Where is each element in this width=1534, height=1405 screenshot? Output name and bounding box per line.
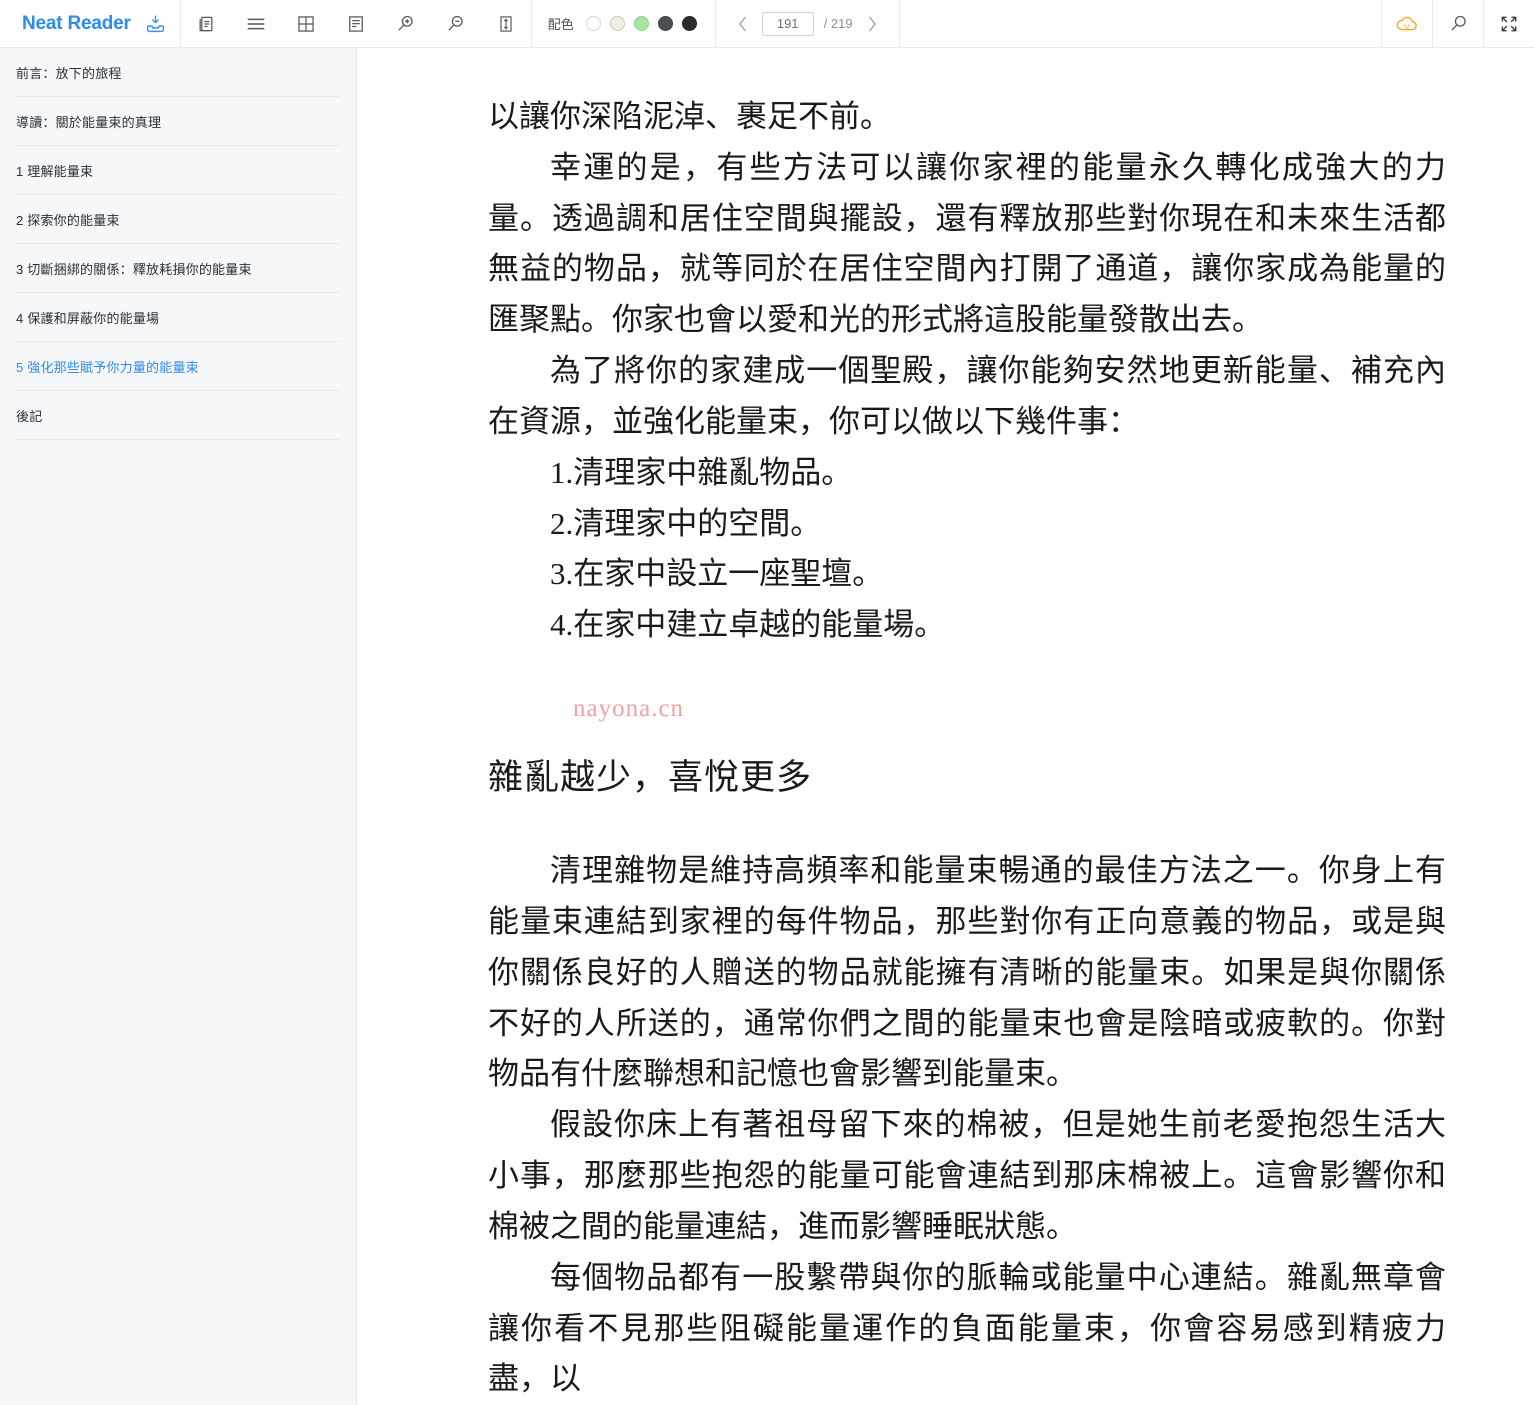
line-height-icon[interactable] bbox=[481, 0, 531, 47]
list-item-2: 2.清理家中的空間。 bbox=[550, 505, 822, 541]
palette-label: 配色 bbox=[547, 17, 574, 32]
heading-spacer bbox=[488, 800, 1446, 846]
paragraph-5: 假設你床上有著祖母留下來的棉被，但是她生前老愛抱怨生活大小事，那麼那些抱怨的能量… bbox=[488, 1107, 1446, 1244]
save-to-library-icon[interactable] bbox=[145, 0, 166, 47]
two-page-layout-icon[interactable] bbox=[181, 0, 231, 47]
notes-panel-icon[interactable] bbox=[331, 0, 381, 47]
reader-pane[interactable]: 以讓你深陷泥淖、裹足不前。 幸運的是，有些方法可以讓你家裡的能量永久轉化成強大的… bbox=[358, 48, 1534, 1405]
cloud-sync-icon[interactable] bbox=[1382, 0, 1432, 47]
sidebar-item-ch4[interactable]: 4 保護和屏蔽你的能量場 bbox=[16, 293, 340, 342]
watermark-text: nayona.cn bbox=[573, 695, 685, 723]
theme-swatch-cream[interactable] bbox=[609, 16, 625, 31]
sidebar-item-ch5[interactable]: 5 強化那些賦予你力量的能量束 bbox=[16, 342, 340, 391]
top-toolbar: Neat Reader 配色 191 / 219 bbox=[0, 0, 1534, 48]
list-item-1: 1.清理家中雜亂物品。 bbox=[550, 454, 853, 490]
theme-swatch-green[interactable] bbox=[633, 16, 649, 31]
list-item-4: 4.在家中建立卓越的能量場。 bbox=[550, 607, 946, 643]
sidebar-item-ch3[interactable]: 3 切斷捆綁的關係：釋放耗損你的能量束 bbox=[16, 244, 340, 293]
fullscreen-icon[interactable] bbox=[1484, 0, 1534, 47]
view-tools-group bbox=[181, 0, 531, 47]
pager: / 219 bbox=[716, 0, 899, 47]
page-content: 以讓你深陷泥淖、裹足不前。 幸運的是，有些方法可以讓你家裡的能量永久轉化成強大的… bbox=[358, 48, 1534, 1405]
grid-layout-icon[interactable] bbox=[281, 0, 331, 47]
sidebar-item-epilogue[interactable]: 後記 bbox=[16, 391, 340, 440]
table-of-contents-list: 前言：放下的旅程 導讀：關於能量束的真理 1 理解能量束 2 探索你的能量束 3… bbox=[0, 48, 356, 440]
page-number-input[interactable] bbox=[761, 11, 814, 36]
sidebar-item-ch1[interactable]: 1 理解能量束 bbox=[16, 146, 340, 195]
sidebar-item-ch2[interactable]: 2 探索你的能量束 bbox=[16, 195, 340, 244]
zoom-in-icon[interactable] bbox=[381, 0, 431, 47]
sidebar: 前言：放下的旅程 導讀：關於能量束的真理 1 理解能量束 2 探索你的能量束 3… bbox=[0, 48, 357, 1405]
paragraph-4: 清理雜物是維持高頻率和能量束暢通的最佳方法之一。你身上有能量束連結到家裡的每件物… bbox=[488, 853, 1446, 1092]
toolbar-right-group bbox=[1382, 0, 1534, 47]
search-icon[interactable] bbox=[1433, 0, 1483, 47]
theme-swatch-black[interactable] bbox=[681, 16, 697, 31]
section-heading: 雜亂越少，喜悅更多 bbox=[488, 758, 813, 798]
next-page-icon[interactable] bbox=[863, 12, 881, 36]
page-total-label: / 219 bbox=[823, 16, 853, 31]
paragraph-1: 以讓你深陷泥淖、裹足不前。 bbox=[488, 99, 891, 134]
paragraph-2: 幸運的是，有些方法可以讓你家裡的能量永久轉化成強大的力量。透過調和居住空間與擺設… bbox=[488, 149, 1446, 338]
paragraph-6: 每個物品都有一股繫帶與你的脈輪或能量中心連結。雜亂無章會讓你看不見那些阻礙能量運… bbox=[488, 1259, 1446, 1397]
sidebar-item-preface[interactable]: 前言：放下的旅程 bbox=[16, 48, 340, 97]
color-theme-group: 配色 bbox=[532, 0, 715, 47]
prev-page-icon[interactable] bbox=[734, 12, 752, 36]
theme-swatch-white[interactable] bbox=[585, 16, 601, 31]
theme-swatch-dark-gray[interactable] bbox=[657, 16, 673, 31]
app-title: Neat Reader bbox=[22, 12, 131, 34]
zoom-out-icon[interactable] bbox=[431, 0, 481, 47]
sidebar-item-intro[interactable]: 導讀：關於能量束的真理 bbox=[16, 97, 340, 146]
table-of-contents-icon[interactable] bbox=[231, 0, 281, 47]
paragraph-3: 為了將你的家建成一個聖殿，讓你能夠安然地更新能量、補充內在資源，並強化能量束，你… bbox=[488, 353, 1446, 439]
list-item-3: 3.在家中設立一座聖壇。 bbox=[550, 556, 884, 592]
brand-area: Neat Reader bbox=[0, 0, 180, 47]
